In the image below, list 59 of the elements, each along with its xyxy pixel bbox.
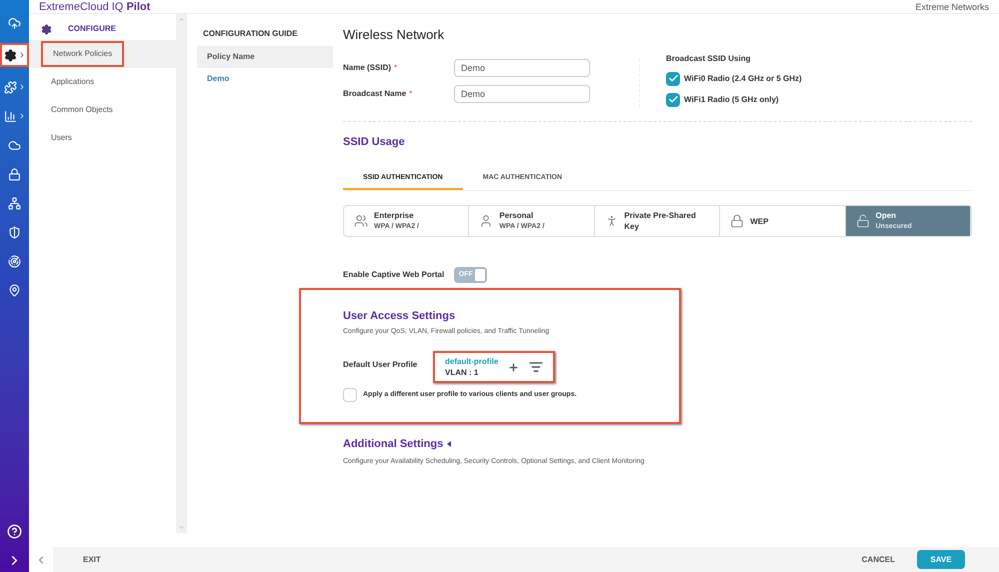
rail-item[interactable] — [0, 43, 29, 67]
vlan-text: VLAN : 1 — [445, 367, 480, 378]
checkbox-label: WiFi0 Radio (2.4 GHz or 5 GHz) — [684, 72, 802, 84]
submenu-item[interactable]: Network Policies — [41, 41, 124, 67]
section-title: CONFIGURE — [68, 23, 116, 35]
app-logo: ExtremeCloud IQ Pilot — [39, 1, 150, 13]
panel-title: CONFIGURATION GUIDE — [202, 28, 299, 40]
field-label: Name (SSID) — [343, 62, 392, 74]
cloud-icon — [8, 138, 21, 152]
submenu-item[interactable]: Common Objects — [51, 99, 113, 121]
check-icon — [668, 73, 678, 84]
chevron-up-icon — [178, 16, 185, 23]
section-heading[interactable]: Additional Settings — [343, 436, 444, 452]
caret-icon[interactable] — [447, 441, 452, 448]
lock-icon — [8, 168, 21, 180]
policy-link[interactable]: Demo — [197, 68, 333, 90]
page-title: Wireless Network — [343, 26, 446, 44]
unlock-icon — [856, 214, 870, 228]
input-field[interactable]: Demo — [454, 58, 590, 76]
lock-icon — [730, 214, 744, 228]
checkbox[interactable] — [666, 92, 680, 106]
add-icon[interactable] — [508, 362, 520, 372]
option-title: Enterprise — [374, 210, 415, 221]
map-pin-icon — [8, 284, 21, 296]
checkbox[interactable] — [666, 72, 680, 86]
option-title: Open — [876, 210, 898, 221]
auth-option[interactable]: Private Pre-Shared Key — [594, 206, 720, 236]
cloud-upload-icon — [8, 16, 21, 30]
people-icon — [354, 214, 368, 228]
exit-button[interactable]: EXIT — [83, 554, 101, 566]
group-title: Broadcast SSID Using — [666, 52, 752, 64]
scrollbar[interactable] — [176, 14, 187, 533]
option-title: Private Pre-Shared Key — [624, 210, 697, 232]
account-name[interactable]: Extreme Networks — [915, 2, 989, 13]
network-icon — [8, 196, 21, 210]
column-header: Policy Name — [197, 46, 333, 68]
checkbox[interactable] — [343, 388, 357, 402]
input-field[interactable]: Demo — [454, 84, 590, 102]
shield-icon — [8, 226, 21, 238]
puzzle-icon — [4, 80, 16, 94]
option-title: WEP — [750, 216, 768, 226]
field-label: Broadcast Name — [343, 88, 406, 100]
checkbox-label: WiFi1 Radio (5 GHz only) — [684, 94, 779, 106]
cancel-button[interactable]: CANCEL — [862, 554, 895, 566]
required-mark: * — [409, 88, 412, 100]
check-icon — [668, 94, 678, 105]
bar-chart-icon — [4, 110, 16, 122]
section-heading: SSID Usage — [343, 134, 406, 150]
chevron-down-icon — [178, 524, 185, 531]
submenu-item[interactable]: Applications — [51, 71, 94, 93]
submenu-item[interactable]: Users — [51, 127, 72, 149]
person-icon — [479, 214, 494, 228]
option-title: Personal — [499, 210, 534, 221]
required-mark: * — [394, 62, 398, 74]
field-label: Default User Profile — [343, 359, 418, 371]
section-heading: User Access Settings — [343, 309, 456, 324]
help-icon[interactable] — [7, 524, 22, 539]
radar-icon — [8, 254, 21, 268]
toggle-label: Enable Captive Web Portal — [343, 269, 444, 281]
